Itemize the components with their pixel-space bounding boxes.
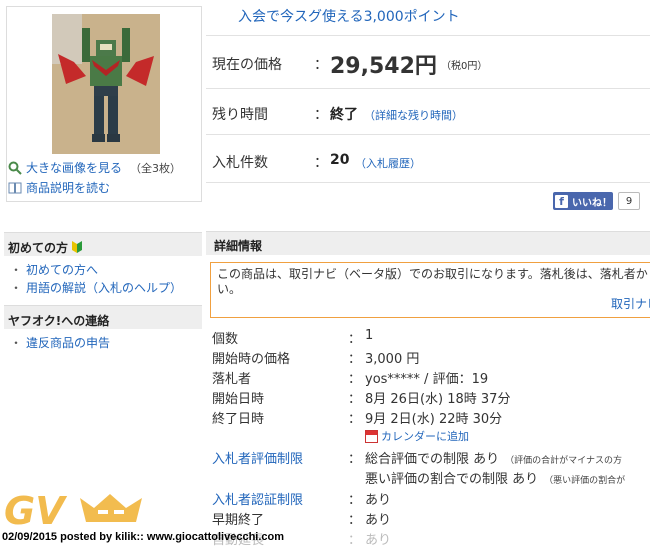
- navi-notice: この商品は、取引ナビ（ベータ版）でのお取引になります。落札後は、落札者か い。 …: [210, 262, 650, 318]
- product-thumbnail[interactable]: [52, 14, 160, 154]
- colon: ：: [314, 155, 328, 171]
- rating-limit-text: 総合評価での制限 あり: [365, 452, 500, 467]
- contact-heading-text: ヤフオク!への連絡: [8, 313, 110, 328]
- sidebar-item-label[interactable]: 初めての方へ: [26, 263, 98, 277]
- start-price-value: 3,000 円: [365, 352, 420, 367]
- calendar-icon: [365, 429, 378, 443]
- winner-label: 落札者: [212, 372, 252, 387]
- start-price-label: 開始時の価格: [212, 352, 291, 367]
- image-count: （全3枚）: [130, 161, 182, 175]
- quantity-value: 1: [365, 328, 374, 343]
- divider: [206, 134, 650, 135]
- rating-limit-note: （評価の合計がマイナスの方: [505, 456, 622, 466]
- colon: ：: [348, 332, 362, 347]
- auto-extend-value: あり: [365, 533, 392, 546]
- colon: ：: [348, 352, 362, 367]
- sidebar-item-glossary[interactable]: ・用語の解説（入札のヘルプ）: [10, 279, 182, 296]
- end-time-value: 9月 2日(水) 22時 30分: [365, 412, 503, 427]
- facebook-icon: f: [555, 194, 568, 208]
- colon: ：: [348, 452, 362, 467]
- rating-limit-text: 悪い評価の割合での制限 あり: [365, 472, 539, 487]
- price-label: 現在の価格: [212, 57, 282, 73]
- beginner-heading-text: 初めての方: [8, 240, 69, 255]
- notice-text: この商品は、取引ナビ（ベータ版）でのお取引になります。落札後は、落札者か: [217, 267, 648, 281]
- rating-limit-value-2: 悪い評価の割合での制限 あり （悪い評価の割合が: [365, 468, 625, 487]
- time-detail-link[interactable]: （詳細な残り時間）: [364, 107, 463, 123]
- auth-limit-value: あり: [365, 493, 392, 508]
- magnifier-icon: [8, 161, 22, 175]
- watermark-caption: 02/09/2015 posted by kilik:: www.giocatt…: [2, 531, 285, 543]
- sidebar-item-report[interactable]: ・違反商品の申告: [10, 334, 110, 351]
- colon: ：: [348, 392, 362, 407]
- beginner-heading: 初めての方: [4, 232, 202, 256]
- colon: ：: [348, 412, 362, 427]
- rating-limit-value-1: 総合評価での制限 あり （評価の合計がマイナスの方: [365, 448, 622, 467]
- like-count: 9: [618, 192, 640, 210]
- colon: ：: [348, 372, 362, 387]
- colon: ：: [348, 493, 362, 508]
- winner-value: yos***** / 評価：19: [365, 372, 489, 387]
- colon: ：: [348, 513, 362, 528]
- details-heading: 詳細情報: [206, 231, 650, 255]
- notice-text-cont: い。: [217, 282, 242, 296]
- auth-limit-label[interactable]: 入札者認証制限: [212, 489, 303, 508]
- time-remaining: 終了: [330, 107, 358, 123]
- promo-link[interactable]: 入会で今スグ使える3,000ポイント: [238, 6, 460, 26]
- description-link[interactable]: 商品説明を読む: [8, 179, 110, 196]
- bid-history-link[interactable]: （入札履歴）: [355, 155, 421, 171]
- colon: ：: [314, 107, 328, 123]
- start-time-value: 8月 26日(水) 18時 37分: [365, 392, 511, 407]
- watermark-logo-text: GV: [4, 489, 67, 530]
- facebook-like-button[interactable]: f いいね！: [553, 192, 613, 210]
- sidebar-item-beginner-guide[interactable]: ・初めての方へ: [10, 261, 98, 278]
- sidebar-item-label[interactable]: 違反商品の申告: [26, 336, 110, 350]
- bids-label: 入札件数: [212, 155, 268, 171]
- like-label: いいね！: [572, 197, 612, 209]
- add-to-calendar-link[interactable]: カレンダーに追加: [365, 428, 469, 444]
- divider: [206, 88, 650, 89]
- navi-link[interactable]: 取引ナビ: [611, 297, 650, 312]
- divider: [206, 182, 650, 183]
- price-tax: （税0円）: [441, 61, 488, 72]
- large-image-label[interactable]: 大きな画像を見る: [26, 159, 122, 176]
- rating-limit-note: （悪い評価の割合が: [544, 476, 626, 486]
- watermark-logo: GV: [2, 488, 152, 534]
- calendar-link-label[interactable]: カレンダーに追加: [381, 428, 469, 444]
- book-icon: [8, 182, 22, 193]
- start-time-label: 開始日時: [212, 392, 265, 407]
- rating-limit-label[interactable]: 入札者評価制限: [212, 448, 303, 467]
- contact-heading: ヤフオク!への連絡: [4, 305, 202, 329]
- large-image-link[interactable]: 大きな画像を見る （全3枚）: [8, 159, 181, 176]
- end-time-label: 終了日時: [212, 412, 265, 427]
- early-end-value: あり: [365, 513, 392, 528]
- colon: ：: [314, 57, 328, 73]
- beginner-mark-icon: [72, 241, 83, 253]
- current-price: 29,542円: [330, 54, 437, 79]
- early-end-label: 早期終了: [212, 513, 265, 528]
- description-label[interactable]: 商品説明を読む: [26, 179, 110, 196]
- time-label: 残り時間: [212, 107, 268, 123]
- bid-count: 20: [330, 152, 350, 168]
- sidebar-item-label[interactable]: 用語の解説（入札のヘルプ）: [26, 281, 182, 295]
- divider: [206, 35, 650, 36]
- colon: ：: [348, 533, 362, 546]
- quantity-label: 個数: [212, 332, 239, 347]
